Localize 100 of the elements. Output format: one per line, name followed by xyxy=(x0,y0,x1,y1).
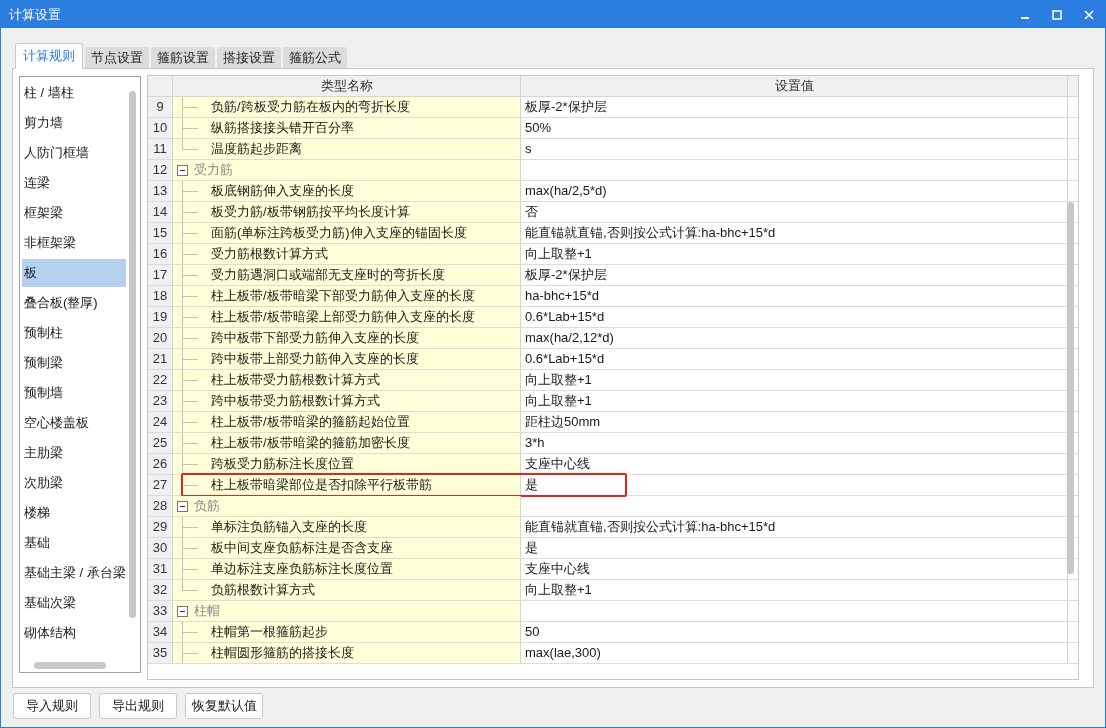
column-header[interactable]: 类型名称 xyxy=(173,76,521,96)
setting-value[interactable]: 能直锚就直锚,否则按公式计算:ha-bhc+15*d xyxy=(525,517,776,537)
setting-value[interactable]: 向上取整+1 xyxy=(525,580,592,600)
setting-value[interactable]: 支座中心线 xyxy=(525,559,590,579)
row-number: 35 xyxy=(148,643,173,663)
setting-name: 温度筋起步距离 xyxy=(211,140,302,159)
list-item[interactable]: 砌体结构 xyxy=(22,619,126,647)
setting-name: 受力筋遇洞口或端部无支座时的弯折长度 xyxy=(211,266,445,285)
list-item[interactable]: 预制墙 xyxy=(22,379,126,407)
scrollbar[interactable] xyxy=(129,91,136,618)
list-item[interactable]: 框架梁 xyxy=(22,199,126,227)
setting-value[interactable]: 支座中心线 xyxy=(525,454,590,474)
setting-value[interactable]: 向上取整+1 xyxy=(525,370,592,390)
list-item[interactable]: 主肋梁 xyxy=(22,439,126,467)
setting-value[interactable]: 是 xyxy=(525,538,538,558)
row-number: 18 xyxy=(148,286,173,306)
setting-value[interactable]: s xyxy=(525,139,532,159)
row-number: 31 xyxy=(148,559,173,579)
row-number: 16 xyxy=(148,244,173,264)
setting-value[interactable]: 距柱边50mm xyxy=(525,412,601,432)
setting-name: 柱帽第一根箍筋起步 xyxy=(211,623,328,642)
action-button[interactable]: 导出规则 xyxy=(99,693,177,719)
setting-name: 跨中板带上部受力筋伸入支座的长度 xyxy=(211,350,419,369)
row-number: 33 xyxy=(148,601,173,621)
row-number: 28 xyxy=(148,496,173,516)
row-number: 34 xyxy=(148,622,173,642)
row-number: 20 xyxy=(148,328,173,348)
setting-name: 跨中板带受力筋根数计算方式 xyxy=(211,392,380,411)
setting-value[interactable]: ha-bhc+15*d xyxy=(525,286,600,306)
list-item[interactable]: 基础次梁 xyxy=(22,589,126,617)
row-number: 30 xyxy=(148,538,173,558)
tab[interactable]: 计算规则 xyxy=(15,43,83,69)
setting-name: 板受力筋/板带钢筋按平均长度计算 xyxy=(211,203,410,222)
setting-value[interactable]: max(ha/2,12*d) xyxy=(525,328,614,348)
setting-value[interactable]: 向上取整+1 xyxy=(525,244,592,264)
setting-value[interactable]: max(lae,300) xyxy=(525,643,601,663)
setting-name: 受力筋根数计算方式 xyxy=(211,245,328,264)
setting-name: 负筋根数计算方式 xyxy=(211,581,315,600)
setting-name: 柱上板带/板带暗梁的箍筋起始位置 xyxy=(211,413,410,432)
setting-name: 单边标注支座负筋标注长度位置 xyxy=(211,560,393,579)
setting-value[interactable]: 否 xyxy=(525,202,538,222)
setting-value[interactable]: 是 xyxy=(525,475,538,495)
setting-value[interactable]: 板厚-2*保护层 xyxy=(525,97,607,117)
row-number: 32 xyxy=(148,580,173,600)
setting-value[interactable]: max(ha/2,5*d) xyxy=(525,181,607,201)
setting-value[interactable]: 0.6*Lab+15*d xyxy=(525,349,605,369)
setting-value[interactable]: 能直锚就直锚,否则按公式计算:ha-bhc+15*d xyxy=(525,223,776,243)
row-number: 26 xyxy=(148,454,173,474)
setting-value[interactable]: 50 xyxy=(525,622,540,642)
setting-name: 跨中板带下部受力筋伸入支座的长度 xyxy=(211,329,419,348)
group-label: 负筋 xyxy=(194,497,220,516)
action-button[interactable]: 导入规则 xyxy=(13,693,91,719)
tab[interactable]: 箍筋公式 xyxy=(283,47,347,68)
setting-name: 跨板受力筋标注长度位置 xyxy=(211,455,354,474)
tab[interactable]: 搭接设置 xyxy=(217,47,281,68)
setting-name: 板底钢筋伸入支座的长度 xyxy=(211,182,354,201)
list-item[interactable]: 楼梯 xyxy=(22,499,126,527)
row-number: 15 xyxy=(148,223,173,243)
collapse-icon[interactable] xyxy=(177,605,188,617)
list-item[interactable]: 非框架梁 xyxy=(22,229,126,257)
list-item[interactable]: 基础主梁 / 承台梁 xyxy=(22,559,126,587)
list-item[interactable]: 人防门框墙 xyxy=(22,139,126,167)
group-label: 柱帽 xyxy=(194,602,220,621)
list-item[interactable]: 空心楼盖板 xyxy=(22,409,126,437)
row-number: 17 xyxy=(148,265,173,285)
setting-value[interactable]: 3*h xyxy=(525,433,545,453)
row-number: 14 xyxy=(148,202,173,222)
row-number: 19 xyxy=(148,307,173,327)
list-item[interactable]: 预制柱 xyxy=(22,319,126,347)
setting-value[interactable]: 50% xyxy=(525,118,552,138)
row-number: 24 xyxy=(148,412,173,432)
scrollbar[interactable] xyxy=(1067,202,1074,574)
tab[interactable]: 箍筋设置 xyxy=(151,47,215,68)
setting-value[interactable]: 0.6*Lab+15*d xyxy=(525,307,605,327)
row-number: 22 xyxy=(148,370,173,390)
setting-name: 纵筋搭接接头错开百分率 xyxy=(211,119,354,138)
tab[interactable]: 节点设置 xyxy=(85,47,149,68)
setting-value[interactable]: 向上取整+1 xyxy=(525,391,592,411)
column-header[interactable]: 设置值 xyxy=(521,76,1068,96)
setting-name: 柱帽圆形箍筋的搭接长度 xyxy=(211,644,354,663)
row-number: 13 xyxy=(148,181,173,201)
group-label: 受力筋 xyxy=(194,161,233,180)
list-item[interactable]: 剪力墙 xyxy=(22,109,126,137)
list-item[interactable]: 连梁 xyxy=(22,169,126,197)
list-item[interactable]: 柱 / 墙柱 xyxy=(22,79,126,107)
window-title: 计算设置 xyxy=(9,5,61,24)
row-number: 25 xyxy=(148,433,173,453)
collapse-icon[interactable] xyxy=(177,164,188,176)
row-number: 23 xyxy=(148,391,173,411)
collapse-icon[interactable] xyxy=(177,500,188,512)
setting-value[interactable]: 板厚-2*保护层 xyxy=(525,265,607,285)
list-item[interactable]: 基础 xyxy=(22,529,126,557)
horizontal-scrollbar[interactable] xyxy=(34,662,106,669)
list-item[interactable]: 板 xyxy=(22,259,126,287)
setting-name: 柱上板带暗梁部位是否扣除平行板带筋 xyxy=(211,476,432,495)
list-item[interactable]: 叠合板(整厚) xyxy=(22,289,126,317)
action-button[interactable]: 恢复默认值 xyxy=(185,693,263,719)
row-number: 27 xyxy=(148,475,173,495)
list-item[interactable]: 预制梁 xyxy=(22,349,126,377)
list-item[interactable]: 次肋梁 xyxy=(22,469,126,497)
